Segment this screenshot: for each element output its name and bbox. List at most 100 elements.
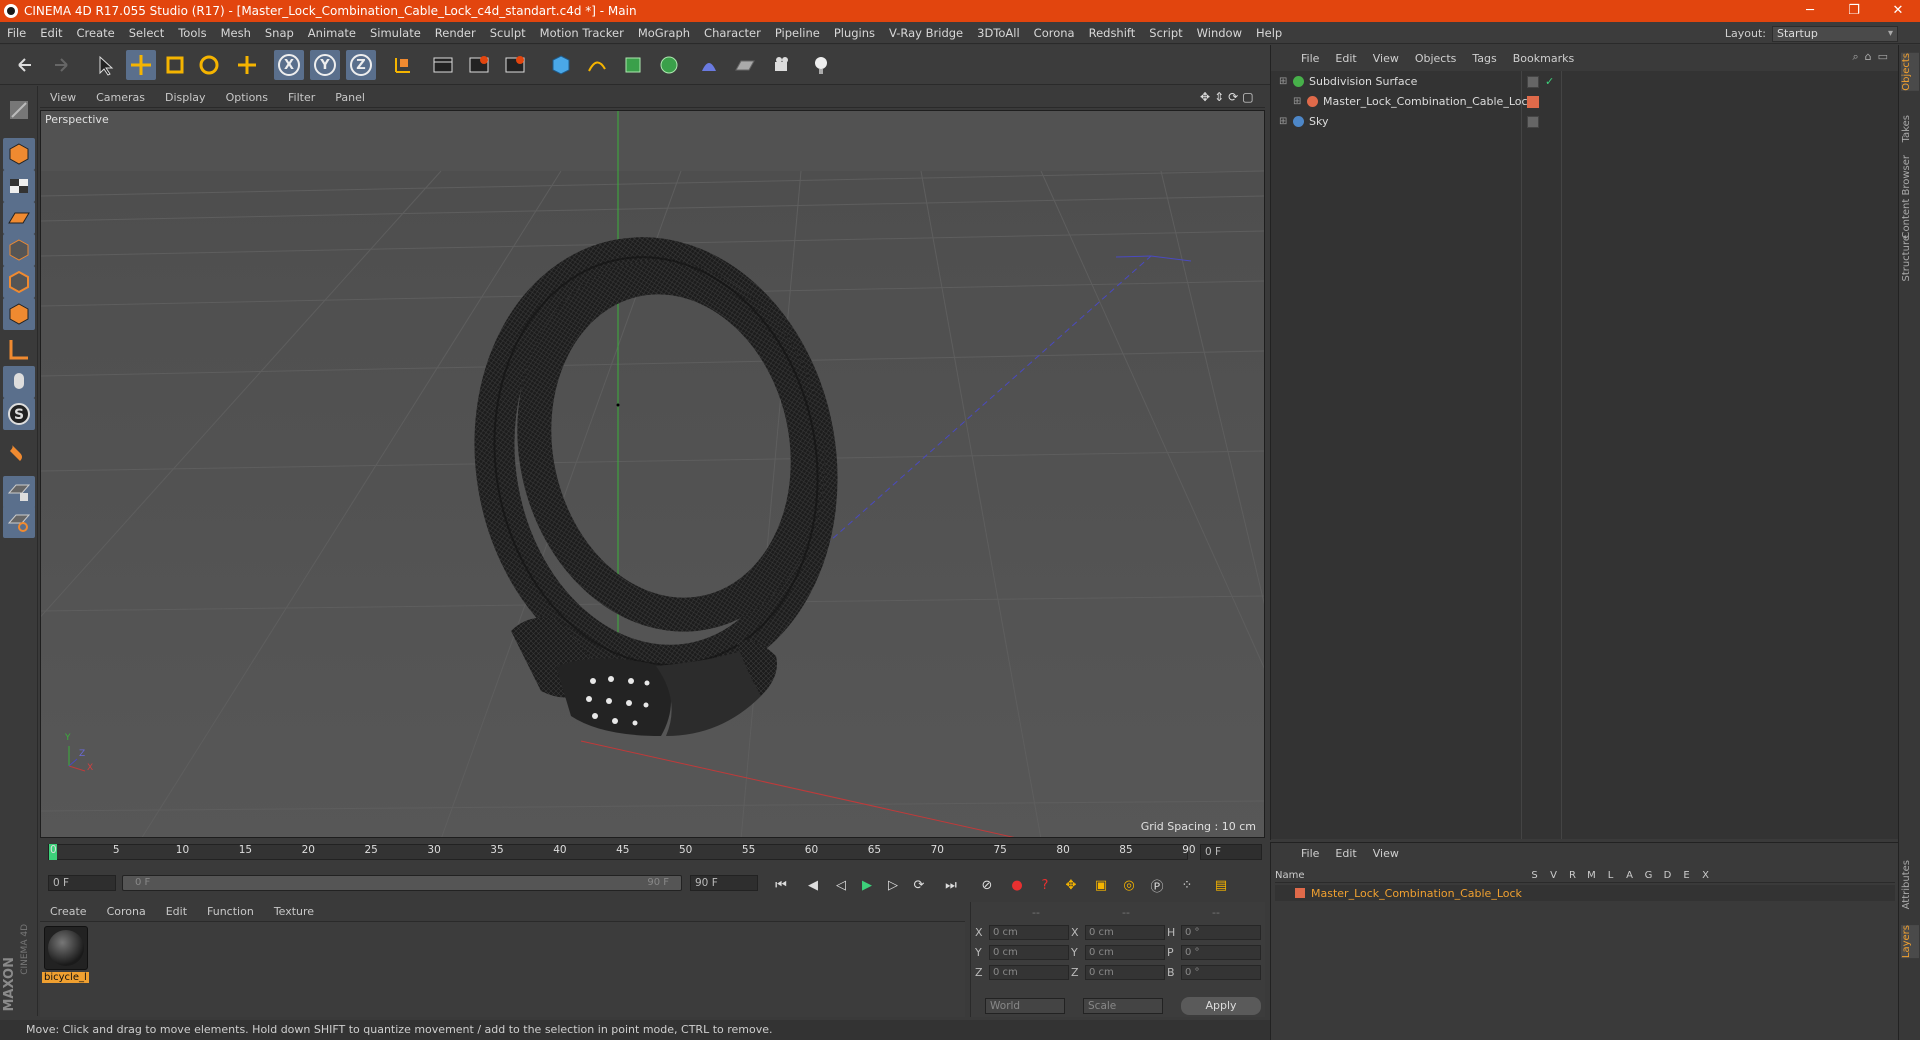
object-menu-view[interactable]: View: [1365, 52, 1407, 65]
layer-row[interactable]: Master_Lock_Combination_Cable_Lock: [1275, 885, 1895, 901]
x-axis-icon[interactable]: X: [274, 50, 304, 80]
viewport-menu-filter[interactable]: Filter: [278, 91, 325, 104]
floor-icon[interactable]: [730, 50, 760, 80]
live-selection-icon[interactable]: [90, 50, 120, 80]
menu-motion-tracker[interactable]: Motion Tracker: [533, 26, 631, 40]
maximize-view-icon[interactable]: ▢: [1242, 90, 1253, 104]
menu-animate[interactable]: Animate: [301, 26, 363, 40]
object-menu-tags[interactable]: Tags: [1464, 52, 1504, 65]
layer-menu-edit[interactable]: Edit: [1327, 847, 1364, 860]
coord-position-field[interactable]: 0 cm: [989, 944, 1069, 960]
light-icon[interactable]: [806, 50, 836, 80]
object-menu-file[interactable]: File: [1293, 52, 1327, 65]
tab-layers[interactable]: Layers: [1901, 925, 1919, 959]
restore-button[interactable]: ❐: [1832, 0, 1876, 22]
expand-toggle-icon[interactable]: ⊞: [1293, 96, 1305, 107]
layer-column-header[interactable]: A: [1620, 870, 1639, 881]
layer-column-header[interactable]: E: [1677, 870, 1696, 881]
timeline-icon[interactable]: ▤: [1210, 874, 1232, 896]
array-icon[interactable]: [654, 50, 684, 80]
magnet-icon[interactable]: [3, 436, 35, 468]
scale-key-icon[interactable]: ▣: [1090, 874, 1112, 896]
viewport-menu-display[interactable]: Display: [155, 91, 216, 104]
recent-tool-icon[interactable]: [232, 50, 262, 80]
rotate-key-icon[interactable]: ◎: [1118, 874, 1140, 896]
current-frame-field[interactable]: 0 F: [1200, 844, 1262, 860]
coord-size-field[interactable]: 0 cm: [1085, 964, 1165, 980]
texture-mode-icon[interactable]: [3, 170, 35, 202]
viewport-menu-options[interactable]: Options: [216, 91, 278, 104]
play-icon[interactable]: ▶: [856, 874, 878, 896]
search-icon[interactable]: ⌕: [1852, 50, 1858, 64]
material-thumbnail[interactable]: [44, 926, 88, 970]
apply-button[interactable]: Apply: [1181, 997, 1261, 1015]
menu-v-ray-bridge[interactable]: V-Ray Bridge: [882, 26, 970, 40]
scale-icon[interactable]: [160, 50, 190, 80]
expand-toggle-icon[interactable]: ⊞: [1279, 116, 1291, 127]
new-view-icon[interactable]: ▭: [1878, 50, 1888, 64]
solo-icon[interactable]: [3, 506, 35, 538]
workplane-icon[interactable]: [3, 202, 35, 234]
menu-simulate[interactable]: Simulate: [363, 26, 428, 40]
prev-frame-icon[interactable]: ◁: [830, 874, 852, 896]
menu-edit[interactable]: Edit: [33, 26, 69, 40]
rotate-view-icon[interactable]: ⟳: [1228, 90, 1238, 104]
menu-mograph[interactable]: MoGraph: [631, 26, 697, 40]
camera-icon[interactable]: [768, 50, 798, 80]
object-name[interactable]: Sky: [1309, 115, 1328, 128]
menu-window[interactable]: Window: [1190, 26, 1249, 40]
menu-help[interactable]: Help: [1249, 26, 1289, 40]
visibility-toggle-icon[interactable]: [1527, 115, 1539, 128]
layer-column-header[interactable]: G: [1639, 870, 1658, 881]
viewport-menu-view[interactable]: View: [40, 91, 86, 104]
layer-name[interactable]: Master_Lock_Combination_Cable_Lock: [1311, 887, 1522, 900]
layer-column-header[interactable]: S: [1525, 870, 1544, 881]
coord-scale-dropdown[interactable]: Scale: [1083, 998, 1163, 1014]
loop-icon[interactable]: ⟳: [908, 874, 930, 896]
layer-column-header[interactable]: L: [1601, 870, 1620, 881]
move-view-icon[interactable]: ✥: [1200, 90, 1210, 104]
close-button[interactable]: ✕: [1876, 0, 1920, 22]
object-row[interactable]: ⊞ Subdivision Surface ✓: [1271, 72, 1899, 91]
material-menu-function[interactable]: Function: [197, 905, 264, 918]
layer-column-header[interactable]: V: [1544, 870, 1563, 881]
coord-mode-dropdown[interactable]: World: [985, 998, 1065, 1014]
cube-icon[interactable]: [546, 50, 576, 80]
menu-snap[interactable]: Snap: [258, 26, 301, 40]
menu-select[interactable]: Select: [122, 26, 171, 40]
material-menu-create[interactable]: Create: [40, 905, 97, 918]
redo-icon[interactable]: [46, 50, 76, 80]
next-frame-icon[interactable]: ▷: [882, 874, 904, 896]
coordinate-system-icon[interactable]: [388, 50, 418, 80]
edit-render-settings-icon[interactable]: [500, 50, 530, 80]
menu-corona[interactable]: Corona: [1027, 26, 1082, 40]
y-axis-icon[interactable]: Y: [310, 50, 340, 80]
goto-end-icon[interactable]: ⏭: [940, 874, 962, 896]
layer-column-header[interactable]: M: [1582, 870, 1601, 881]
visibility-toggle-icon[interactable]: [1527, 75, 1539, 88]
move-icon[interactable]: [126, 50, 156, 80]
menu-sculpt[interactable]: Sculpt: [483, 26, 533, 40]
check-icon[interactable]: ✓: [1545, 75, 1554, 88]
menu-character[interactable]: Character: [697, 26, 768, 40]
frame-range-slider[interactable]: 0 F 90 F: [122, 875, 682, 891]
material-tag-icon[interactable]: [1527, 95, 1539, 108]
subdivision-nurbs-icon[interactable]: [618, 50, 648, 80]
layer-column-header[interactable]: Name: [1275, 870, 1525, 881]
end-frame-field[interactable]: 90 F: [690, 875, 758, 891]
coord-size-field[interactable]: 0 cm: [1085, 924, 1165, 940]
viewport-menu-cameras[interactable]: Cameras: [86, 91, 155, 104]
viewport-menu-panel[interactable]: Panel: [325, 91, 375, 104]
layer-color-swatch[interactable]: [1295, 888, 1305, 898]
layer-column-header[interactable]: R: [1563, 870, 1582, 881]
perspective-viewport[interactable]: Y Z X Perspective Grid Spacing : 10 cm: [40, 110, 1265, 838]
object-name[interactable]: Master_Lock_Combination_Cable_Lock: [1323, 95, 1534, 108]
object-row[interactable]: ⊞ Sky: [1271, 112, 1899, 131]
coord-position-field[interactable]: 0 cm: [989, 924, 1069, 940]
rotate-icon[interactable]: [194, 50, 224, 80]
layer-menu-file[interactable]: File: [1293, 847, 1327, 860]
menu-script[interactable]: Script: [1142, 26, 1189, 40]
locked-workplane-icon[interactable]: [3, 476, 35, 508]
tab-attributes[interactable]: Attributes: [1901, 860, 1919, 909]
material-menu-corona[interactable]: Corona: [97, 905, 156, 918]
